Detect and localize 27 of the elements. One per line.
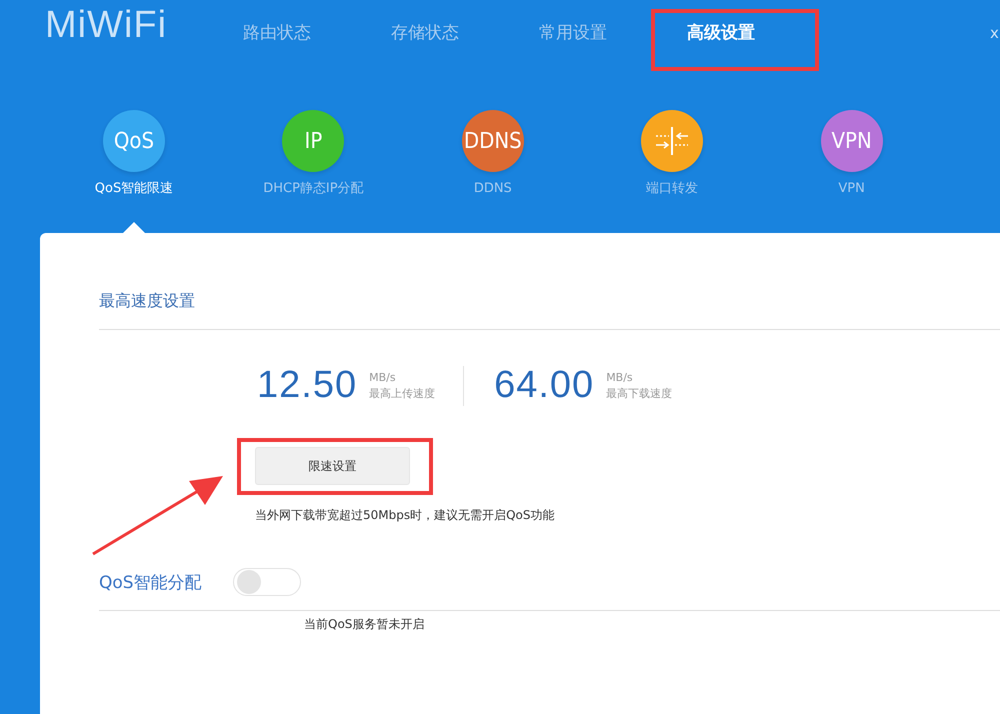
nav-tab[interactable]: 高级设置 <box>687 22 755 44</box>
qos-label: QoS智能分配 <box>99 572 203 594</box>
speed-value: 12.50 <box>257 364 358 407</box>
feature-badge[interactable]: IP <box>282 110 344 172</box>
speed-unit: MB/s <box>606 370 634 386</box>
nav-tab[interactable]: 路由状态 <box>243 22 311 44</box>
feature-badge[interactable]: DDNS <box>462 110 524 172</box>
feature-label[interactable]: QoS智能限速 <box>94 180 174 198</box>
logo: MiWiFi <box>45 3 168 48</box>
speed-limit-button[interactable]: 限速设置 <box>255 447 410 485</box>
feature-label[interactable]: 端口转发 <box>646 180 698 198</box>
toggle-switch[interactable] <box>233 568 301 596</box>
hint-text: 当外网下载带宽超过50Mbps时，建议无需开启QoS功能 <box>255 507 556 524</box>
status-text: 当前QoS服务暂未开启 <box>304 616 426 633</box>
feature-badge[interactable]: QoS <box>103 110 165 172</box>
nav-tab[interactable]: 常用设置 <box>539 22 607 44</box>
speed-value: 64.00 <box>494 364 594 407</box>
feature-label[interactable]: DDNS <box>474 180 512 198</box>
speed-caption: 最高上传速度 <box>369 386 436 402</box>
feature-badge[interactable]: VPN <box>820 110 883 172</box>
feature-label[interactable]: DHCP静态IP分配 <box>263 180 364 198</box>
section-title: 最高速度设置 <box>99 290 196 312</box>
close-label[interactable]: x <box>990 24 1000 42</box>
speed-unit: MB/s <box>369 370 397 386</box>
feature-label[interactable]: VPN <box>838 180 865 198</box>
nav-tab[interactable]: 存储状态 <box>391 22 459 44</box>
speed-caption: 最高下载速度 <box>606 386 672 402</box>
